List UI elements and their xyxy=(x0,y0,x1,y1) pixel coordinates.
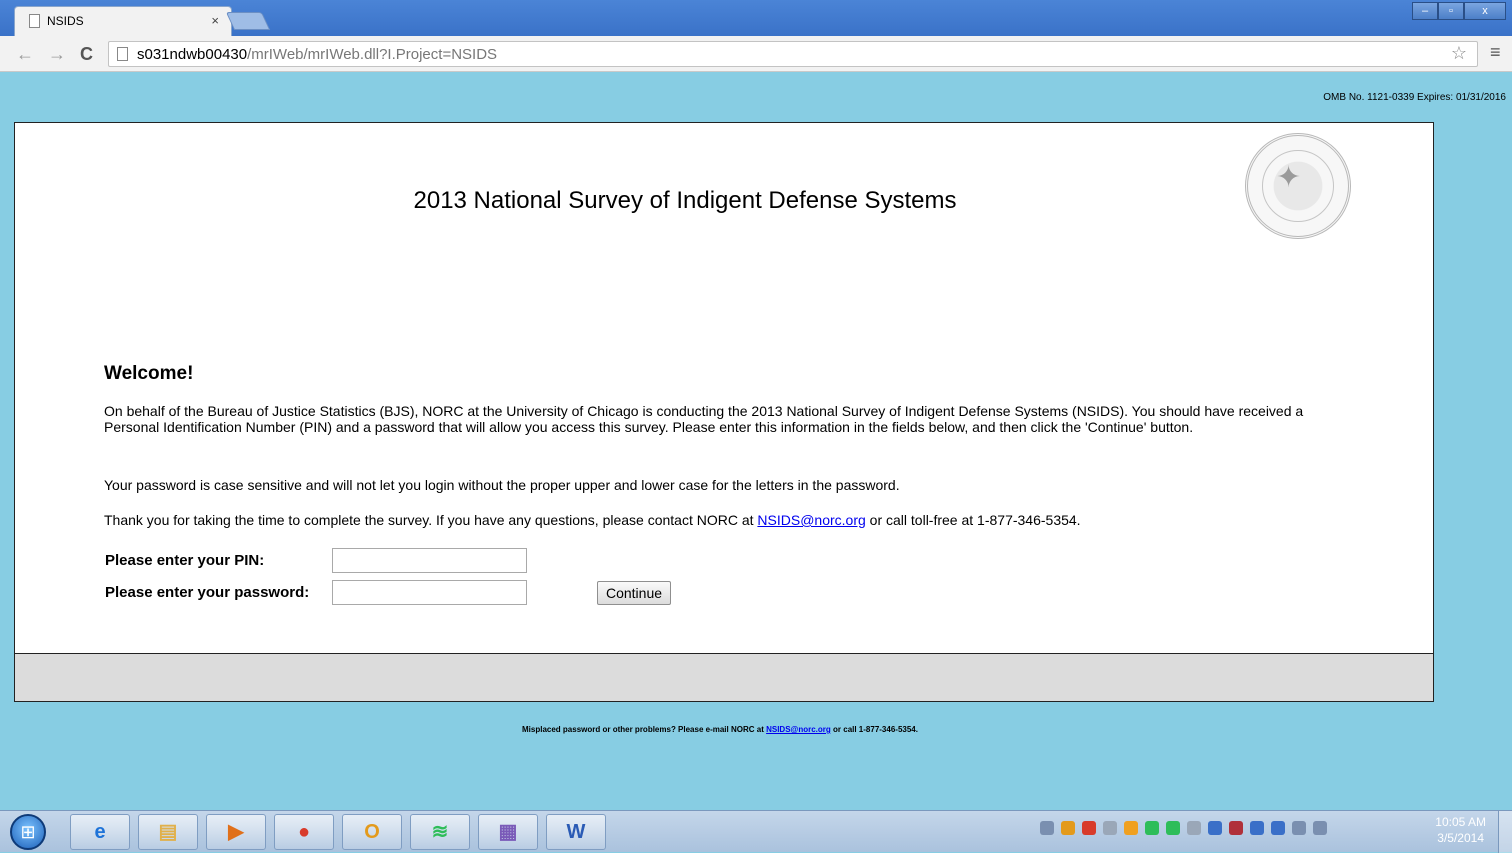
tray-icon[interactable] xyxy=(1040,821,1054,835)
login-panel: ✦ 2013 National Survey of Indigent Defen… xyxy=(14,122,1434,654)
pin-label: Please enter your PIN: xyxy=(105,552,265,569)
page-icon xyxy=(117,47,128,61)
tray-icon[interactable] xyxy=(1166,821,1180,835)
email-link[interactable]: NSIDS@norc.org xyxy=(757,512,865,528)
word-icon[interactable]: W xyxy=(546,814,606,850)
clock-date: 3/5/2014 xyxy=(1437,831,1484,845)
start-button[interactable]: ⊞ xyxy=(10,814,46,850)
thanks-paragraph: Thank you for taking the time to complet… xyxy=(104,512,1354,528)
outlook-icon[interactable]: O xyxy=(342,814,402,850)
thanks-text: Thank you for taking the time to complet… xyxy=(104,512,758,528)
tray-icon[interactable] xyxy=(1082,821,1096,835)
minimize-button[interactable]: – xyxy=(1412,2,1438,20)
page-title: 2013 National Survey of Indigent Defense… xyxy=(413,187,957,214)
panel-footer-bar xyxy=(14,653,1434,702)
footer-email-link[interactable]: NSIDS@norc.org xyxy=(766,725,831,734)
browser-toolbar: ← → C s031ndwb00430/mrIWeb/mrIWeb.dll?I.… xyxy=(0,36,1512,72)
pin-input[interactable] xyxy=(332,548,527,573)
page-favicon-icon xyxy=(29,14,40,28)
help-text: Misplaced password or other problems? Pl… xyxy=(522,725,767,734)
show-desktop-button[interactable] xyxy=(1498,811,1512,853)
system-tray xyxy=(1040,821,1327,835)
clock[interactable]: 10:05 AM 3/5/2014 xyxy=(1435,814,1486,846)
clock-time: 10:05 AM xyxy=(1435,815,1486,829)
browser-titlebar: NSIDS × – ▫ x xyxy=(0,0,1512,36)
password-input[interactable] xyxy=(332,580,527,605)
spotify-icon[interactable]: ≋ xyxy=(410,814,470,850)
tab-close-icon[interactable]: × xyxy=(211,13,219,28)
tray-icon[interactable] xyxy=(1061,821,1075,835)
ie-icon[interactable]: e xyxy=(70,814,130,850)
url-text: s031ndwb00430/mrIWeb/mrIWeb.dll?I.Projec… xyxy=(137,46,497,63)
tray-icon[interactable] xyxy=(1208,821,1222,835)
tray-icon[interactable] xyxy=(1103,821,1117,835)
maximize-button[interactable]: ▫ xyxy=(1438,2,1464,20)
address-bar[interactable]: s031ndwb00430/mrIWeb/mrIWeb.dll?I.Projec… xyxy=(108,41,1478,67)
intro-paragraph: On behalf of the Bureau of Justice Stati… xyxy=(104,403,1304,435)
tab-title: NSIDS xyxy=(47,14,84,28)
doj-seal-logo: ✦ xyxy=(1245,133,1351,239)
help-footer: Misplaced password or other problems? Pl… xyxy=(0,725,1440,734)
password-label: Please enter your password: xyxy=(105,584,310,601)
tray-icon[interactable] xyxy=(1271,821,1285,835)
archive-icon[interactable]: ▦ xyxy=(478,814,538,850)
help-phone-text: or call 1-877-346-5354. xyxy=(830,725,918,734)
window-controls: – ▫ x xyxy=(1412,2,1506,20)
back-arrow-icon[interactable]: ← xyxy=(16,44,34,65)
tray-icon[interactable] xyxy=(1250,821,1264,835)
chrome-menu-icon[interactable]: ≡ xyxy=(1490,42,1501,63)
forward-arrow-icon[interactable]: → xyxy=(48,44,66,65)
tray-icon[interactable] xyxy=(1229,821,1243,835)
thanks-phone-text: or call toll-free at 1-877-346-5354. xyxy=(865,512,1081,528)
explorer-icon[interactable]: ▤ xyxy=(138,814,198,850)
tray-icon[interactable] xyxy=(1313,821,1327,835)
omb-number: OMB No. 1121-0339 Expires: 01/31/2016 xyxy=(1323,92,1506,103)
welcome-heading: Welcome! xyxy=(104,363,194,384)
taskbar: ⊞ e ▤ ▶ ● O ≋ ▦ W 10:05 AM 3/5/2014 xyxy=(0,810,1512,853)
reload-icon[interactable]: C xyxy=(80,44,93,65)
bookmark-star-icon[interactable]: ☆ xyxy=(1451,43,1467,64)
tray-icon[interactable] xyxy=(1145,821,1159,835)
case-sensitive-note: Your password is case sensitive and will… xyxy=(104,477,900,493)
tab-nsids[interactable]: NSIDS × xyxy=(14,6,232,36)
url-host: s031ndwb00430 xyxy=(137,46,248,63)
tray-icon[interactable] xyxy=(1124,821,1138,835)
media-icon[interactable]: ▶ xyxy=(206,814,266,850)
tray-icon[interactable] xyxy=(1292,821,1306,835)
url-path: /mrIWeb/mrIWeb.dll?I.Project=NSIDS xyxy=(247,46,498,63)
tray-icon[interactable] xyxy=(1187,821,1201,835)
new-tab-button[interactable] xyxy=(225,12,271,30)
chrome-icon[interactable]: ● xyxy=(274,814,334,850)
close-window-button[interactable]: x xyxy=(1464,2,1506,20)
continue-button[interactable]: Continue xyxy=(597,581,671,605)
